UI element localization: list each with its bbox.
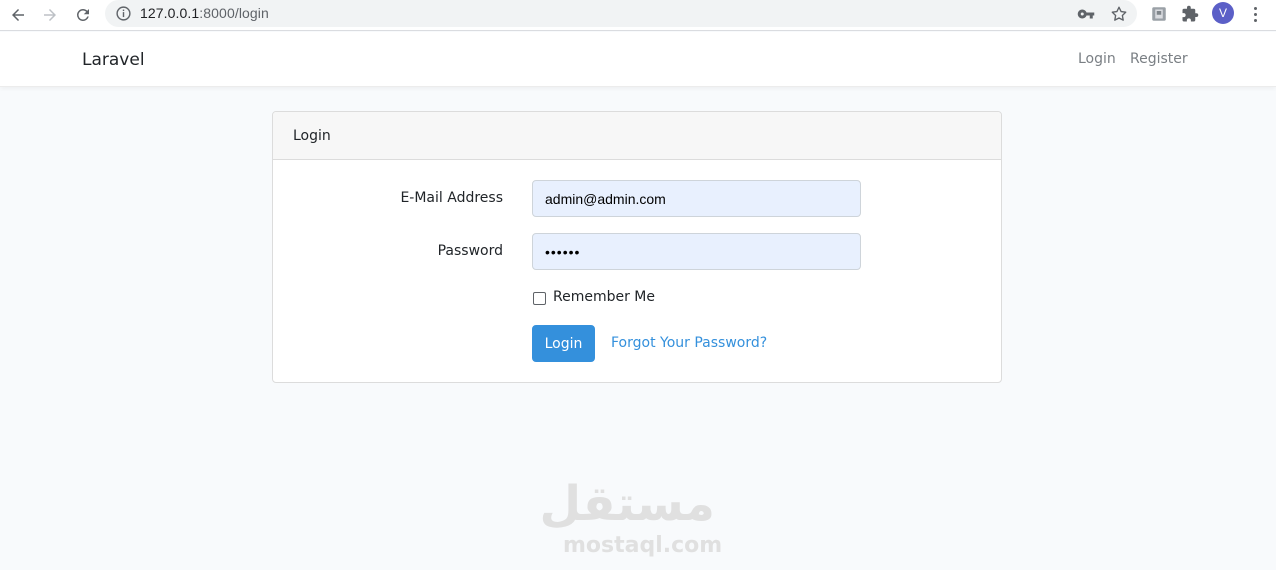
brand-link[interactable]: Laravel — [82, 50, 145, 70]
login-button[interactable]: Login — [532, 325, 595, 362]
extension-thumbnail-icon — [1152, 7, 1166, 21]
puzzle-icon — [1182, 5, 1199, 22]
url-path: :8000/login — [199, 5, 269, 21]
address-bar[interactable]: 127.0.0.1:8000/login — [105, 0, 1137, 27]
key-icon — [1077, 9, 1095, 19]
bookmark-star-button[interactable] — [1109, 4, 1129, 24]
back-button[interactable] — [6, 3, 30, 27]
info-icon[interactable] — [115, 5, 132, 22]
reload-button[interactable] — [71, 3, 95, 27]
app-navbar: Laravel Login Register — [0, 32, 1276, 87]
login-card: Login E-Mail Address admin@admin.com Pas… — [272, 111, 1002, 383]
email-label: E-Mail Address — [400, 190, 503, 206]
reload-icon — [76, 8, 89, 21]
password-label: Password — [437, 243, 503, 259]
url-host: 127.0.0.1 — [140, 5, 200, 21]
extensions-button[interactable] — [1179, 3, 1201, 25]
profile-avatar[interactable]: V — [1212, 2, 1234, 24]
remember-me-checkbox[interactable] — [533, 292, 546, 305]
card-header: Login — [273, 112, 1001, 160]
remember-me-label[interactable]: Remember Me — [553, 289, 655, 305]
forgot-password-link[interactable]: Forgot Your Password? — [611, 335, 767, 351]
extension-button[interactable] — [1148, 3, 1170, 25]
nav-register-link[interactable]: Register — [1130, 51, 1188, 67]
star-icon — [1111, 6, 1127, 21]
email-field[interactable]: admin@admin.com — [532, 180, 861, 217]
dot-icon — [1253, 12, 1257, 16]
nav-login-link[interactable]: Login — [1078, 51, 1116, 67]
arrow-right-icon — [44, 9, 56, 21]
arrow-left-icon — [12, 9, 24, 21]
browser-menu-button[interactable] — [1248, 4, 1262, 24]
dot-icon — [1253, 18, 1257, 22]
watermark-latin: mostaql.com — [563, 533, 723, 558]
dot-icon — [1253, 6, 1257, 10]
watermark-arabic: مستقل — [539, 476, 715, 532]
key-button[interactable] — [1076, 4, 1096, 24]
browser-toolbar: 127.0.0.1:8000/login V — [0, 0, 1276, 31]
url-text: 127.0.0.1:8000/login — [140, 5, 269, 21]
forward-button[interactable] — [38, 3, 62, 27]
password-field[interactable]: •••••• — [532, 233, 861, 270]
